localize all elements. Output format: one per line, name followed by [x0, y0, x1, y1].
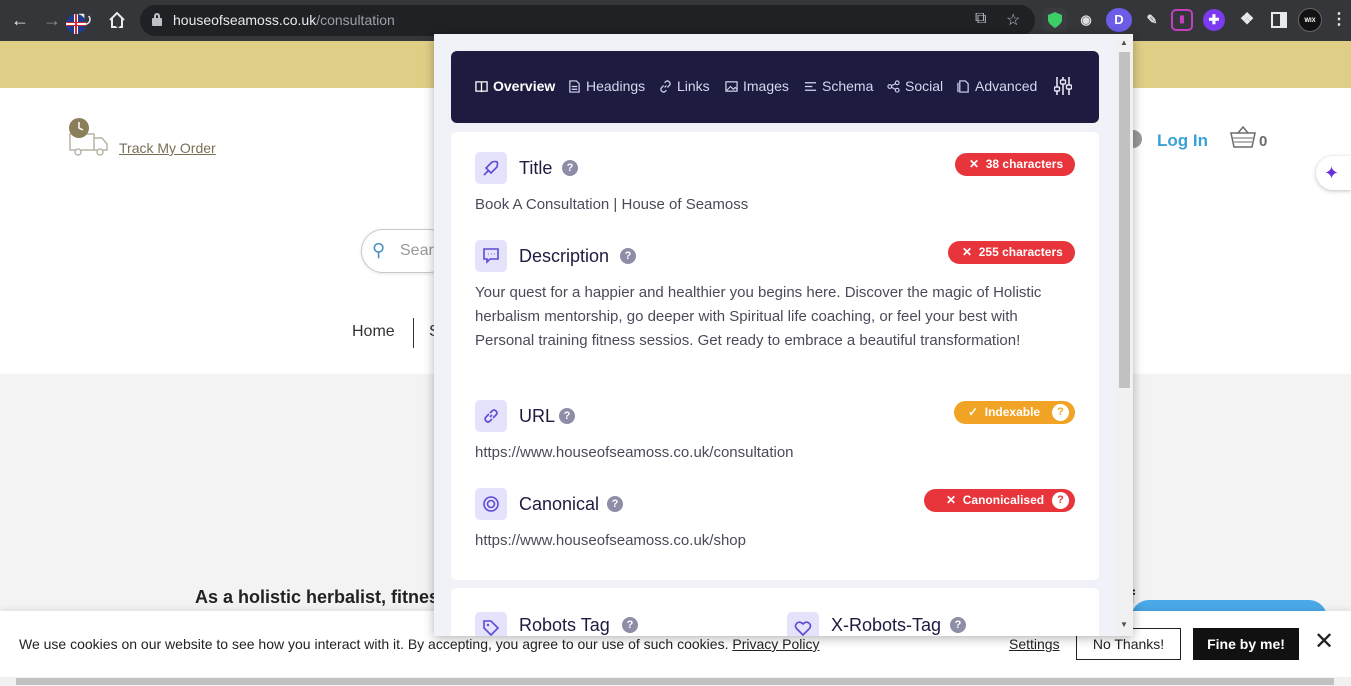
uk-flag-icon[interactable] [66, 14, 86, 34]
address-bar[interactable]: houseofseamoss.co.uk/consultation ⧉ ☆ [140, 5, 1035, 36]
login-link[interactable]: Log In [1157, 131, 1208, 151]
comment-icon [475, 240, 507, 272]
cookie-accept-button[interactable]: Fine by me! [1193, 628, 1299, 660]
help-icon[interactable]: ? [1052, 492, 1069, 509]
description-length-badge: ✕ 255 characters [948, 241, 1075, 264]
chevron-down-icon[interactable]: ⌄ [112, 15, 124, 32]
help-icon[interactable]: ? [620, 248, 636, 264]
browser-menu-icon[interactable]: ⋮ [1331, 8, 1347, 32]
title-label: Title [519, 158, 553, 178]
tab-advanced[interactable]: Advanced [957, 78, 1037, 94]
scrollbar-thumb[interactable] [1119, 52, 1130, 388]
tab-headings[interactable]: Headings [568, 78, 645, 94]
help-icon[interactable]: ? [559, 408, 575, 424]
track-order-link[interactable]: Track My Order [119, 140, 216, 156]
sliders-settings-icon[interactable] [1054, 76, 1072, 96]
tab-schema[interactable]: Schema [804, 78, 873, 94]
privacy-policy-link[interactable]: Privacy Policy [732, 636, 819, 652]
share-nodes-icon [887, 80, 900, 93]
x-robots-tag-label: X-Robots-Tag [831, 615, 942, 635]
scroll-up-icon[interactable]: ▲ [1120, 38, 1128, 47]
tab-overview[interactable]: Overview [475, 78, 555, 94]
puzzle-extensions-icon[interactable]: ❖ [1235, 8, 1259, 32]
cookie-message: We use cookies on our website to see how… [19, 636, 820, 652]
documents-icon [957, 80, 969, 93]
bookmark-star-icon[interactable]: ☆ [1006, 10, 1020, 30]
description-value: Your quest for a happier and healthier y… [475, 284, 1042, 349]
target-icon [475, 488, 507, 520]
eyedropper-extension-icon[interactable]: ✎ [1140, 8, 1164, 32]
robots-card: Robots Tag ? X-Robots-Tag ? [451, 588, 1099, 636]
robot-heart-icon [787, 612, 819, 636]
shield-extension-icon[interactable] [1043, 8, 1067, 32]
shopping-basket-icon[interactable] [1230, 126, 1256, 148]
lines-icon [804, 82, 817, 91]
canonical-label: Canonical [519, 494, 600, 514]
side-panel-icon[interactable] [1267, 8, 1291, 32]
rocket-icon [475, 152, 507, 184]
robots-tag-label: Robots Tag [519, 615, 610, 635]
sparkle-assistant-icon[interactable]: ✦ [1316, 156, 1351, 190]
document-icon [569, 80, 580, 93]
horizontal-scrollbar[interactable] [0, 677, 1351, 686]
hero-heading: As a holistic herbalist, fitness [195, 587, 450, 607]
close-icon[interactable]: ✕ [1314, 630, 1334, 654]
nav-divider [413, 318, 414, 348]
nav-home-link[interactable]: Home [352, 323, 395, 341]
overview-card: Title ? ✕ 38 characters Book A Consultat… [451, 132, 1099, 580]
tab-images[interactable]: Images [725, 78, 789, 94]
canonicalised-badge: ✕ Canonicalised? [924, 489, 1075, 512]
back-arrow-icon[interactable]: ← [8, 8, 32, 32]
title-value: Book A Consultation | House of Seamoss [475, 196, 749, 213]
delivery-truck-icon [69, 118, 108, 156]
profile-avatar[interactable]: WIX [1298, 8, 1322, 32]
url-value: https://www.houseofseamoss.co.uk/consult… [475, 444, 794, 461]
seo-extension-popup: Overview Headings Links Images Schema So… [434, 34, 1133, 636]
help-icon[interactable]: ? [607, 496, 623, 512]
tab-social[interactable]: Social [887, 78, 943, 94]
lock-icon [152, 13, 162, 26]
popup-tab-bar: Overview Headings Links Images Schema So… [451, 51, 1099, 123]
help-icon[interactable]: ? [950, 617, 966, 633]
book-icon [475, 81, 488, 93]
popup-vertical-scrollbar[interactable]: ▲ ▼ [1116, 34, 1133, 636]
cookie-settings-link[interactable]: Settings [1009, 636, 1060, 652]
canonical-value: https://www.houseofseamoss.co.uk/shop [475, 532, 746, 549]
plus-extension-icon[interactable]: ✚ [1203, 9, 1225, 31]
url-label: URL [519, 406, 556, 426]
scroll-down-icon[interactable]: ▼ [1120, 620, 1128, 629]
help-icon[interactable]: ? [622, 617, 638, 633]
description-label: Description [519, 246, 610, 266]
share-icon[interactable]: ⧉ [975, 10, 986, 28]
help-icon[interactable]: ? [562, 160, 578, 176]
search-icon: ⚲ [372, 240, 386, 260]
spy-extension-icon[interactable]: ◉ [1074, 8, 1098, 32]
link-icon [660, 80, 671, 93]
tab-links[interactable]: Links [659, 78, 710, 94]
link-icon [475, 400, 507, 432]
tag-icon [475, 612, 507, 636]
forward-arrow-icon[interactable]: → [40, 8, 64, 32]
title-length-badge: ✕ 38 characters [955, 153, 1075, 176]
chart-extension-icon[interactable]: ▮ [1171, 9, 1193, 31]
cart-count: 0 [1259, 133, 1268, 150]
address-bar-url[interactable]: houseofseamoss.co.uk/consultation [173, 12, 395, 28]
help-icon[interactable]: ? [1052, 404, 1069, 421]
indexable-badge: ✓ Indexable? [954, 401, 1075, 424]
image-icon [725, 81, 738, 92]
detailed-seo-extension-icon[interactable]: D [1106, 8, 1132, 32]
